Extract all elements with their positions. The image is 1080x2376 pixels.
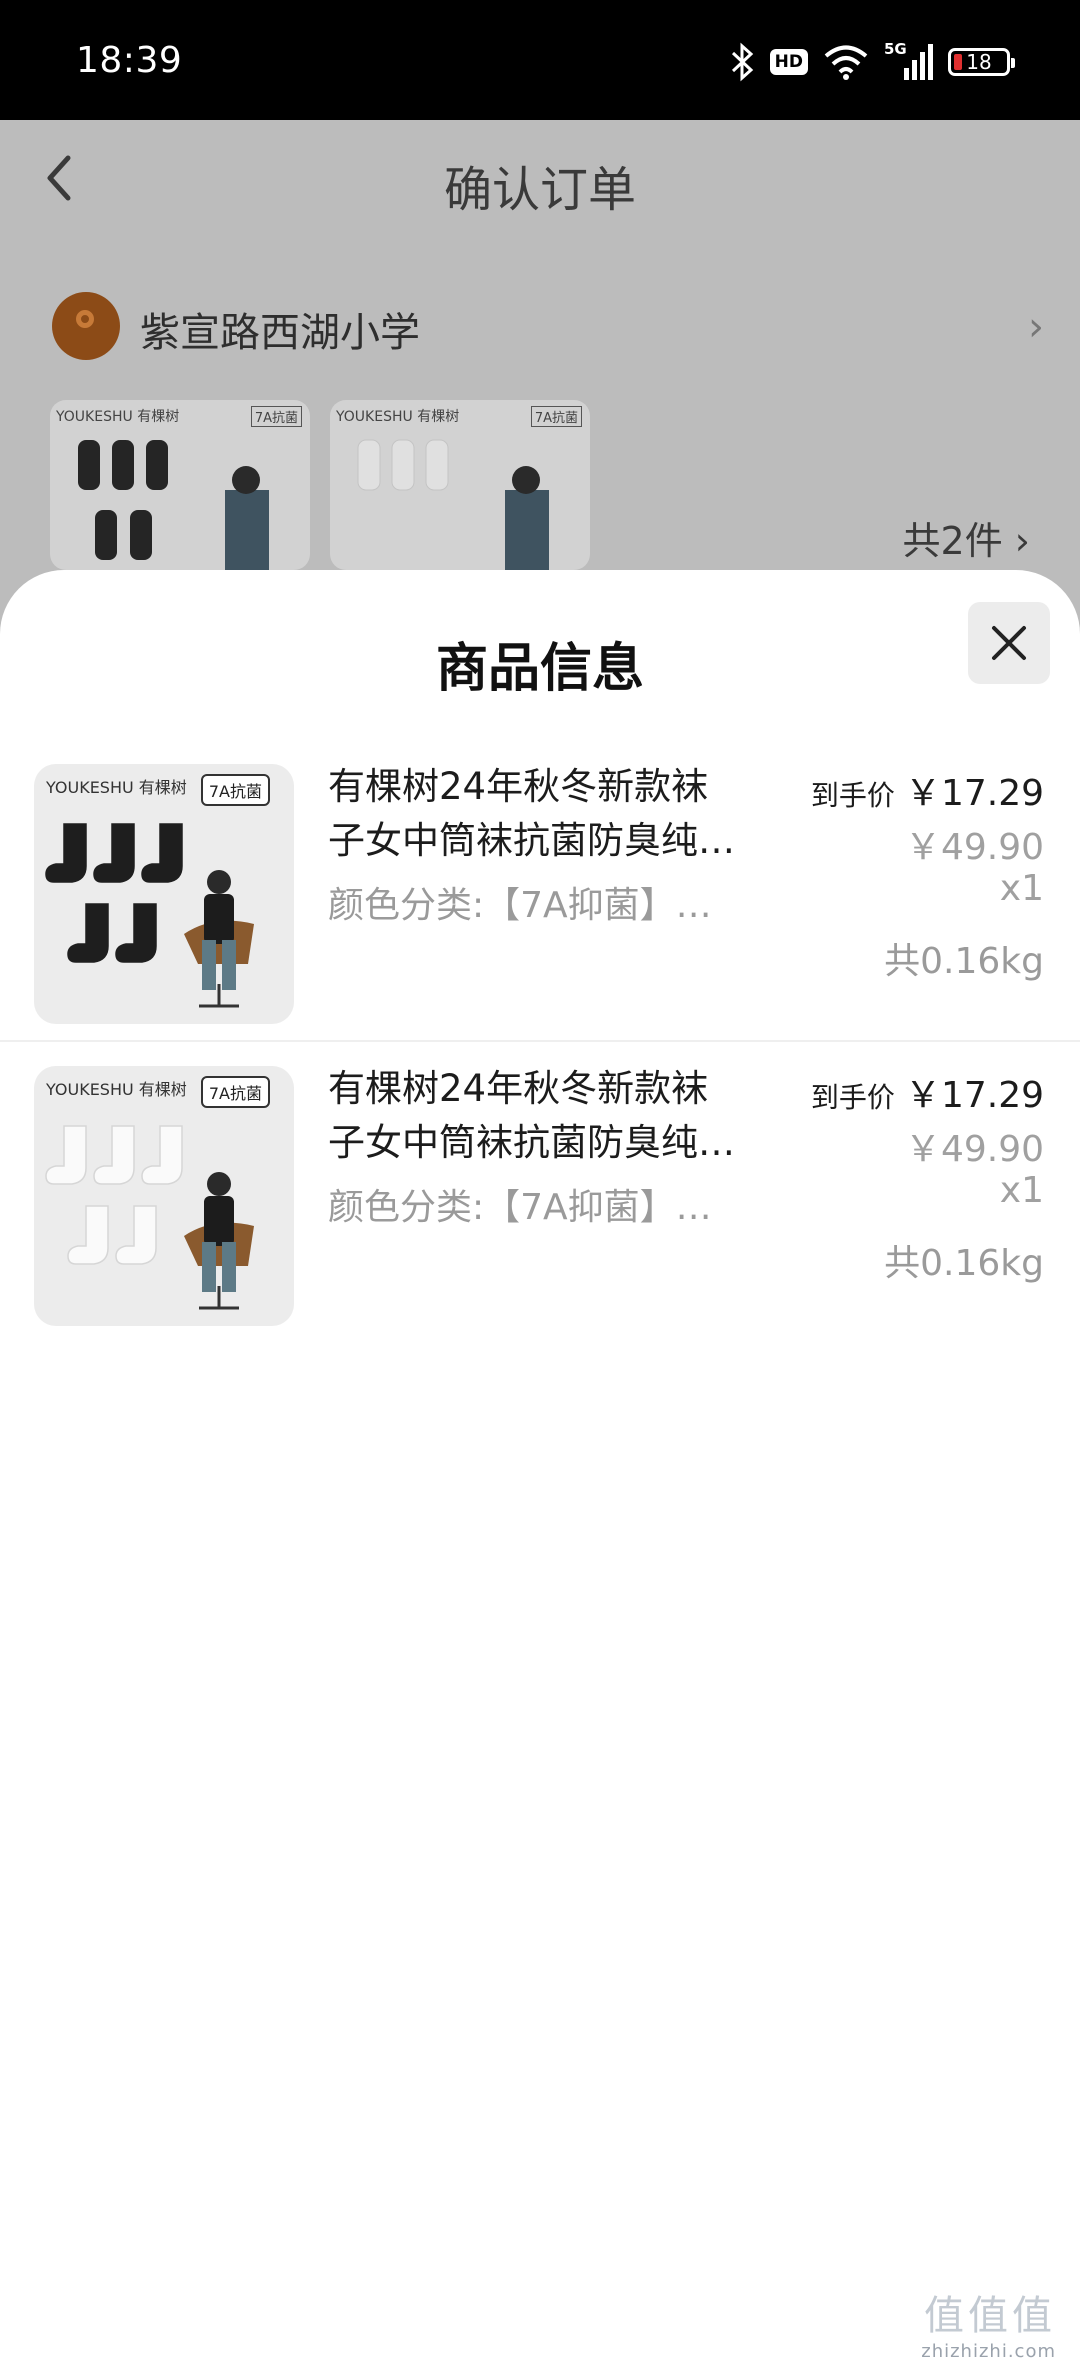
product-title-line2: 子女中筒袜抗菌防臭纯… bbox=[328, 819, 735, 862]
page-title: 确认订单 bbox=[443, 162, 636, 218]
final-price: 到手价 ￥17.29 bbox=[811, 1066, 1044, 1118]
wifi-icon bbox=[824, 45, 868, 80]
cellular-signal-icon: 5G bbox=[884, 40, 934, 82]
original-price: ￥49.90 bbox=[904, 827, 1044, 868]
address-card[interactable]: 紫宣路西湖小学 › bbox=[16, 262, 1064, 392]
battery-icon: 18 bbox=[948, 48, 1015, 76]
product-title-line1: 有棵树24年秋冬新款袜 bbox=[328, 765, 709, 808]
final-price-label: 到手价 bbox=[810, 779, 895, 812]
product-info-sheet: 商品信息 YOUKESHU 有棵树 7A抗菌 有棵树24年秋冬新款袜 子女中筒袜… bbox=[0, 570, 1080, 2376]
quantity: x1 bbox=[999, 1170, 1044, 1211]
weight: 共0.16kg bbox=[884, 941, 1044, 982]
hd-icon: HD bbox=[769, 49, 808, 75]
weight: 共0.16kg bbox=[884, 1243, 1044, 1284]
close-icon bbox=[992, 626, 1026, 660]
quantity: x1 bbox=[999, 868, 1044, 909]
product-spec: 颜色分类:【7A抑菌】… bbox=[328, 885, 712, 926]
product-title[interactable]: 有棵树24年秋冬新款袜 子女中筒袜抗菌防臭纯… bbox=[328, 760, 768, 868]
item-count[interactable]: 共2件 › bbox=[903, 510, 1030, 565]
product-image bbox=[45, 1125, 254, 1310]
watermark-glyphs: 值值值 bbox=[924, 2293, 1056, 2339]
final-price-value: ￥17.29 bbox=[904, 1075, 1044, 1116]
product-image bbox=[45, 823, 254, 1008]
site-watermark: 值值值 zhizhizhi.com bbox=[921, 2283, 1056, 2362]
chevron-right-icon: › bbox=[1028, 304, 1044, 350]
address-text: 紫宣路西湖小学 bbox=[140, 310, 420, 356]
product-title-line1: 有棵树24年秋冬新款袜 bbox=[328, 1067, 709, 1110]
product-thumbnail[interactable]: YOUKESHU 有棵树 7A抗菌 bbox=[34, 1066, 294, 1326]
original-price: ￥49.90 bbox=[904, 1129, 1044, 1170]
product-thumbnail[interactable]: YOUKESHU 有棵树 7A抗菌 bbox=[34, 764, 294, 1024]
bluetooth-icon bbox=[731, 42, 753, 82]
final-price: 到手价 ￥17.29 bbox=[811, 764, 1044, 816]
status-icons: HD 5G 18 bbox=[730, 40, 1015, 84]
product-thumbnail: YOUKESHU 有棵树 7A抗菌 bbox=[330, 400, 590, 570]
product-title-line2: 子女中筒袜抗菌防臭纯… bbox=[328, 1121, 735, 1164]
sheet-title: 商品信息 bbox=[435, 639, 644, 699]
final-price-label: 到手价 bbox=[810, 1081, 895, 1114]
page-header: 确认订单 bbox=[0, 120, 1080, 240]
product-spec: 颜色分类:【7A抑菌】… bbox=[328, 1187, 712, 1228]
status-bar: 18:39 HD 5G 18 bbox=[0, 0, 1080, 120]
final-price-value: ￥17.29 bbox=[904, 773, 1044, 814]
product-thumbnail: YOUKESHU 有棵树 7A抗菌 bbox=[50, 400, 310, 570]
item-count-label: 共2件 bbox=[902, 519, 1003, 563]
location-pin-icon bbox=[52, 292, 120, 360]
close-button[interactable] bbox=[968, 602, 1050, 684]
product-title[interactable]: 有棵树24年秋冬新款袜 子女中筒袜抗菌防臭纯… bbox=[328, 1062, 768, 1170]
battery-level: 18 bbox=[966, 50, 992, 74]
watermark-text: zhizhizhi.com bbox=[921, 2341, 1056, 2362]
status-time: 18:39 bbox=[76, 40, 183, 81]
